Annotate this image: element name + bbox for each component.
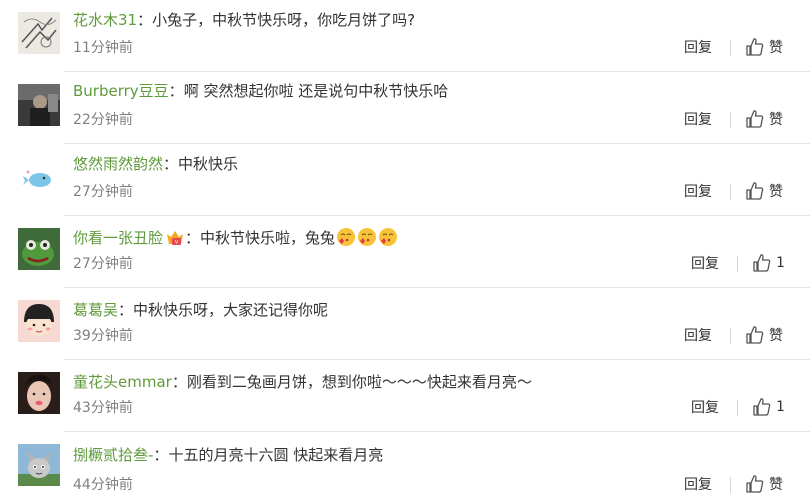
comment-item: Burberry豆豆：啊 突然想起你啦 还是说句中秋节快乐哈 22分钟前 回复 … bbox=[0, 72, 810, 144]
thumbs-up-icon bbox=[746, 326, 764, 344]
like-button[interactable]: 赞 bbox=[745, 37, 783, 57]
comment-item: 捌橛贰拾叁-：十五的月亮十六圆 快起来看月亮 44分钟前 回复 赞 bbox=[0, 432, 810, 504]
timestamp: 39分钟前 bbox=[73, 328, 133, 344]
divider bbox=[730, 184, 731, 200]
comment-text: 十五的月亮十六圆 快起来看月亮 bbox=[168, 446, 384, 464]
colon: ： bbox=[118, 301, 134, 319]
avatar[interactable] bbox=[18, 84, 60, 126]
thumbs-up-icon bbox=[746, 38, 764, 56]
thumbs-up-icon bbox=[746, 110, 764, 128]
like-button[interactable]: 赞 bbox=[745, 181, 783, 201]
like-button[interactable]: 赞 bbox=[745, 109, 783, 129]
timestamp: 11分钟前 bbox=[73, 40, 133, 56]
comment-line: Burberry豆豆：啊 突然想起你啦 还是说句中秋节快乐哈 bbox=[73, 81, 448, 101]
divider bbox=[730, 328, 731, 344]
like-button[interactable]: 1 bbox=[752, 253, 785, 273]
divider bbox=[730, 40, 731, 56]
comment-line: 花水木31：小兔子，中秋节快乐呀，你吃月饼了吗? bbox=[73, 10, 415, 30]
colon: ： bbox=[171, 373, 187, 391]
avatar[interactable] bbox=[18, 372, 60, 414]
colon: ： bbox=[168, 82, 184, 100]
reply-button[interactable]: 回复 bbox=[684, 111, 712, 129]
kiss-emoji-icon bbox=[358, 228, 377, 246]
avatar[interactable] bbox=[18, 228, 60, 270]
comment-item: 葛葛吴：中秋快乐呀，大家还记得你呢 39分钟前 回复 赞 bbox=[0, 288, 810, 360]
comment-item: 悠然雨然韵然：中秋快乐 27分钟前 回复 赞 bbox=[0, 144, 810, 216]
comment-line: 葛葛吴：中秋快乐呀，大家还记得你呢 bbox=[73, 300, 328, 320]
username-link[interactable]: 花水木31 bbox=[73, 11, 137, 29]
reply-button[interactable]: 回复 bbox=[691, 255, 719, 273]
avatar[interactable] bbox=[18, 444, 60, 486]
like-label: 赞 bbox=[769, 184, 783, 200]
comment-text: 中秋节快乐啦，兔兔 bbox=[200, 229, 336, 247]
like-label: 赞 bbox=[769, 328, 783, 344]
comment-line: 你看一张丑脸 v ：中秋节快乐啦，兔兔 bbox=[73, 227, 398, 248]
comment-text: 小兔子，中秋节快乐呀，你吃月饼了吗? bbox=[152, 11, 416, 29]
username-link[interactable]: 葛葛吴 bbox=[73, 301, 118, 319]
timestamp: 27分钟前 bbox=[73, 256, 133, 272]
colon: ： bbox=[185, 229, 201, 247]
avatar[interactable] bbox=[18, 300, 60, 342]
like-label: 赞 bbox=[769, 477, 783, 493]
like-button[interactable]: 赞 bbox=[745, 474, 783, 494]
comment-line: 童花头emmar：刚看到二兔画月饼，想到你啦～～～快起来看月亮～ bbox=[73, 372, 532, 392]
comment-list: 花水木31：小兔子，中秋节快乐呀，你吃月饼了吗? 11分钟前 回复 赞 Burb… bbox=[0, 0, 810, 493]
username-link[interactable]: 捌橛贰拾叁- bbox=[73, 446, 153, 464]
like-label: 赞 bbox=[769, 112, 783, 128]
colon: ： bbox=[163, 155, 179, 173]
comment-item: 你看一张丑脸 v ：中秋节快乐啦，兔兔 27分钟前 回复 1 bbox=[0, 216, 810, 288]
member-badge-icon: v bbox=[167, 231, 184, 246]
avatar[interactable] bbox=[18, 12, 60, 54]
kiss-emoji-icon bbox=[337, 228, 356, 246]
avatar[interactable] bbox=[18, 156, 60, 198]
comment-text: 中秋快乐呀，大家还记得你呢 bbox=[133, 301, 329, 319]
timestamp: 22分钟前 bbox=[73, 112, 133, 128]
colon: ： bbox=[137, 11, 153, 29]
colon: ： bbox=[153, 446, 169, 464]
thumbs-up-icon bbox=[753, 254, 771, 272]
reply-button[interactable]: 回复 bbox=[684, 476, 712, 494]
comment-item: 童花头emmar：刚看到二兔画月饼，想到你啦～～～快起来看月亮～ 43分钟前 回… bbox=[0, 360, 810, 432]
svg-text:v: v bbox=[175, 239, 179, 246]
divider bbox=[730, 477, 731, 493]
thumbs-up-icon bbox=[746, 182, 764, 200]
comment-text: 中秋快乐 bbox=[178, 155, 239, 173]
username-link[interactable]: 童花头emmar bbox=[73, 373, 172, 391]
like-button[interactable]: 1 bbox=[752, 397, 785, 417]
username-link[interactable]: 你看一张丑脸 bbox=[73, 229, 163, 247]
comment-text: 刚看到二兔画月饼，想到你啦～～～快起来看月亮～ bbox=[186, 373, 532, 391]
timestamp: 27分钟前 bbox=[73, 184, 133, 200]
like-count: 1 bbox=[776, 255, 785, 271]
reply-button[interactable]: 回复 bbox=[684, 183, 712, 201]
like-count: 1 bbox=[776, 399, 785, 415]
username-link[interactable]: 悠然雨然韵然 bbox=[73, 155, 163, 173]
comment-line: 悠然雨然韵然：中秋快乐 bbox=[73, 154, 238, 174]
reply-button[interactable]: 回复 bbox=[691, 399, 719, 417]
reply-button[interactable]: 回复 bbox=[684, 327, 712, 345]
username-link[interactable]: Burberry豆豆 bbox=[73, 82, 169, 100]
divider bbox=[737, 256, 738, 272]
comment-text: 啊 突然想起你啦 还是说句中秋节快乐哈 bbox=[183, 82, 449, 100]
divider bbox=[737, 400, 738, 416]
thumbs-up-icon bbox=[746, 475, 764, 493]
divider bbox=[730, 112, 731, 128]
thumbs-up-icon bbox=[753, 398, 771, 416]
comment-line: 捌橛贰拾叁-：十五的月亮十六圆 快起来看月亮 bbox=[73, 445, 383, 465]
comment-item: 花水木31：小兔子，中秋节快乐呀，你吃月饼了吗? 11分钟前 回复 赞 bbox=[0, 0, 810, 72]
kiss-emoji-icon bbox=[379, 228, 398, 246]
like-label: 赞 bbox=[769, 40, 783, 56]
reply-button[interactable]: 回复 bbox=[684, 39, 712, 57]
timestamp: 44分钟前 bbox=[73, 477, 133, 493]
like-button[interactable]: 赞 bbox=[745, 325, 783, 345]
timestamp: 43分钟前 bbox=[73, 400, 133, 416]
